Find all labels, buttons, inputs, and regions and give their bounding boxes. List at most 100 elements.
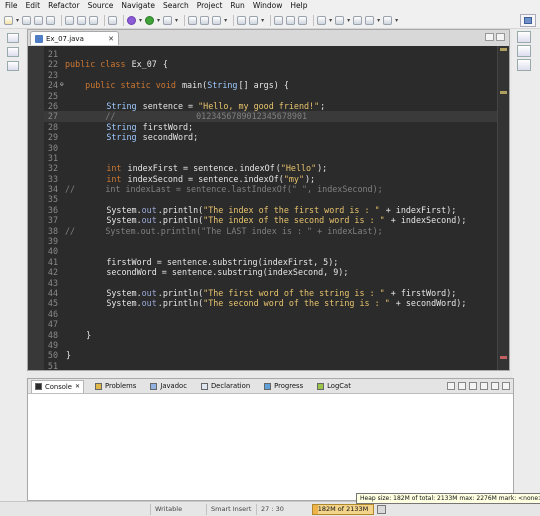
maximize-icon[interactable] xyxy=(502,382,510,390)
code-line[interactable]: 41 firstWord = sentence.substring(indexF… xyxy=(44,257,497,267)
menu-source[interactable]: Source xyxy=(88,0,114,12)
code-line[interactable]: 44 System. out .println("The first word of… xyxy=(44,288,497,298)
toggle-mark-occurrences-icon[interactable] xyxy=(274,15,284,25)
print-icon[interactable] xyxy=(46,15,56,25)
code-line[interactable]: 26 String sentence = "Hello, my good fri… xyxy=(44,101,497,111)
code-line[interactable]: 27 // 0123456789012345678901 xyxy=(44,111,497,122)
tab-declaration[interactable]: Declaration xyxy=(198,380,253,393)
block-selection-icon[interactable] xyxy=(298,15,308,25)
external-tools-icon[interactable] xyxy=(163,15,173,25)
menu-search[interactable]: Search xyxy=(163,0,189,12)
new-file-icon[interactable] xyxy=(4,15,13,25)
new-package-icon[interactable] xyxy=(200,15,210,25)
code-line[interactable]: 33 int indexSecond = sentence.indexOf("m… xyxy=(44,174,497,184)
code-line[interactable]: 48 } xyxy=(44,330,497,340)
android-avd-icon[interactable] xyxy=(77,15,87,25)
ruler-marker[interactable] xyxy=(500,356,507,359)
code-line[interactable]: 23 xyxy=(44,70,497,80)
code-line[interactable]: 28 String firstWord; xyxy=(44,122,497,132)
external-tools-dropdown-icon[interactable]: ▾ xyxy=(175,17,178,24)
next-annotation-icon[interactable] xyxy=(317,15,327,25)
code-line[interactable]: 38 // System.out.println("The LAST index … xyxy=(44,226,497,236)
android-sdk-icon[interactable] xyxy=(65,15,75,25)
package-explorer-icon[interactable] xyxy=(7,47,19,57)
new-class-icon[interactable] xyxy=(212,15,222,25)
code-line[interactable]: 46 xyxy=(44,309,497,319)
code-line[interactable]: 40 xyxy=(44,246,497,256)
menu-project[interactable]: Project xyxy=(197,0,223,12)
code-line[interactable]: 39 xyxy=(44,236,497,246)
menu-edit[interactable]: Edit xyxy=(26,0,41,12)
code-line[interactable]: 45 System. out .println("The second word o… xyxy=(44,298,497,308)
close-icon[interactable]: ✕ xyxy=(75,383,80,390)
scroll-lock-icon[interactable] xyxy=(458,382,466,390)
ruler-marker[interactable] xyxy=(500,48,507,51)
tab-console[interactable]: Console ✕ xyxy=(31,379,85,393)
save-icon[interactable] xyxy=(22,15,32,25)
show-whitespace-icon[interactable] xyxy=(286,15,296,25)
maximize-icon[interactable] xyxy=(496,33,505,41)
search-icon[interactable] xyxy=(249,15,259,25)
restore-icon[interactable] xyxy=(517,31,531,43)
code-line[interactable]: 43 xyxy=(44,278,497,288)
menu-help[interactable]: Help xyxy=(290,0,307,12)
new-class-dropdown-icon[interactable]: ▾ xyxy=(224,17,227,24)
lint-icon[interactable] xyxy=(89,15,99,25)
previous-annotation-dropdown-icon[interactable]: ▾ xyxy=(347,17,350,24)
code-line[interactable]: 30 xyxy=(44,143,497,153)
code-line[interactable]: 36 System. out .println("The index of the … xyxy=(44,205,497,215)
tab-logcat[interactable]: LogCat xyxy=(314,380,354,393)
run-garbage-collector-icon[interactable] xyxy=(377,505,386,514)
code-editor[interactable]: 21 22 public class Ex_07 {23 24 ⊖ public sta… xyxy=(28,46,509,370)
java-perspective-button[interactable] xyxy=(520,14,536,27)
code-line[interactable]: 21 xyxy=(44,49,497,59)
run-dropdown-icon[interactable]: ▾ xyxy=(157,17,160,24)
next-annotation-dropdown-icon[interactable]: ▾ xyxy=(329,17,332,24)
save-all-icon[interactable] xyxy=(34,15,44,25)
ruler-marker[interactable] xyxy=(500,91,507,94)
menu-run[interactable]: Run xyxy=(230,0,244,12)
last-edit-location-icon[interactable] xyxy=(353,15,363,25)
restore-icon[interactable] xyxy=(7,33,19,43)
forward-dropdown-icon[interactable]: ▾ xyxy=(395,17,398,24)
code-line[interactable]: 32 int indexFirst = sentence. indexOf("He… xyxy=(44,163,497,173)
minimize-icon[interactable] xyxy=(485,33,494,41)
code-line[interactable]: 22 public class Ex_07 { xyxy=(44,59,497,69)
debug-icon[interactable] xyxy=(127,15,137,25)
display-console-icon[interactable] xyxy=(480,382,488,390)
outline-icon[interactable] xyxy=(517,45,531,57)
open-type-icon[interactable] xyxy=(237,15,247,25)
console-output[interactable] xyxy=(28,394,513,500)
code-line[interactable]: 47 xyxy=(44,319,497,329)
code-line[interactable]: 49 xyxy=(44,340,497,350)
skip-breakpoints-icon[interactable] xyxy=(108,15,118,25)
new-dropdown-icon[interactable]: ▾ xyxy=(16,17,19,24)
clear-console-icon[interactable] xyxy=(447,382,455,390)
code-line[interactable]: 34 // int indexLast = sentence.lastIndexO… xyxy=(44,184,497,194)
hierarchy-icon[interactable] xyxy=(7,61,19,71)
code-line[interactable]: 51 xyxy=(44,361,497,370)
code-line[interactable]: 37 System. out .println("The index of the … xyxy=(44,215,497,225)
previous-annotation-icon[interactable] xyxy=(335,15,345,25)
editor-tab[interactable]: Ex_07.java ✕ xyxy=(30,31,119,45)
code-line[interactable]: 35 xyxy=(44,194,497,204)
close-icon[interactable]: ✕ xyxy=(108,35,114,43)
tab-progress[interactable]: Progress xyxy=(261,380,306,393)
task-list-icon[interactable] xyxy=(517,59,531,71)
menu-navigate[interactable]: Navigate xyxy=(121,0,155,12)
overview-ruler[interactable] xyxy=(497,46,509,370)
tab-problems[interactable]: Problems xyxy=(92,380,139,393)
code-line[interactable]: 31 xyxy=(44,153,497,163)
forward-icon[interactable] xyxy=(383,15,393,25)
tab-javadoc[interactable]: Javadoc xyxy=(147,380,190,393)
debug-dropdown-icon[interactable]: ▾ xyxy=(139,17,142,24)
new-java-project-icon[interactable] xyxy=(188,15,198,25)
menu-file[interactable]: File xyxy=(5,0,18,12)
code-line[interactable]: 42 secondWord = sentence.substring(index… xyxy=(44,267,497,277)
code-line[interactable]: 29 String secondWord; xyxy=(44,132,497,142)
search-dropdown-icon[interactable]: ▾ xyxy=(261,17,264,24)
back-icon[interactable] xyxy=(365,15,375,25)
back-dropdown-icon[interactable]: ▾ xyxy=(377,17,380,24)
minimize-icon[interactable] xyxy=(491,382,499,390)
menu-refactor[interactable]: Refactor xyxy=(48,0,79,12)
